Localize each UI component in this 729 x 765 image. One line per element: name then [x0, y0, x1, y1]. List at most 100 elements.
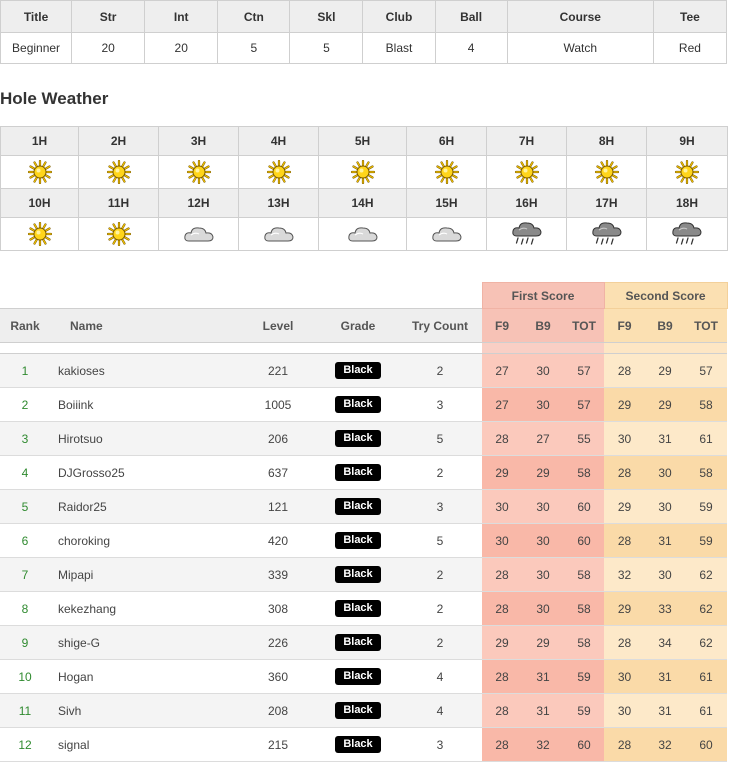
player-name[interactable]: Mipapi [50, 557, 238, 592]
hole-weather-cell [566, 217, 647, 251]
ranking-row[interactable]: 12 signal 215 Black 3 28 32 60 28 32 60 [0, 727, 728, 762]
second-tot: 61 [685, 659, 728, 694]
first-tot: 57 [564, 353, 605, 388]
grade-badge: Black [335, 668, 381, 685]
player-name[interactable]: Hirotsuo [50, 421, 238, 456]
player-name[interactable]: Sivh [50, 693, 238, 728]
sun-icon [567, 160, 646, 184]
stats-header-cell: Int [144, 0, 219, 33]
try-count: 5 [398, 523, 483, 558]
ranking-row[interactable]: 9 shige-G 226 Black 2 29 29 58 28 34 62 [0, 625, 728, 660]
ranking-row[interactable]: 3 Hirotsuo 206 Black 5 28 27 55 30 31 61 [0, 421, 728, 456]
player-name[interactable]: shige-G [50, 625, 238, 660]
ranking-row[interactable]: 1 kakioses 221 Black 2 27 30 57 28 29 57 [0, 353, 728, 388]
gap-cell [0, 342, 483, 354]
second-f9: 28 [604, 353, 646, 388]
rank-column-header[interactable]: Rank [0, 308, 50, 343]
player-name[interactable]: DJGrosso25 [50, 455, 238, 490]
try-count-column-header[interactable]: Try Count [398, 308, 483, 343]
player-name[interactable]: kakioses [50, 353, 238, 388]
second-tot: 59 [685, 489, 728, 524]
hole-label: 5H [318, 126, 407, 156]
first-tot: 58 [564, 557, 605, 592]
player-name[interactable]: choroking [50, 523, 238, 558]
first-f9: 27 [482, 387, 523, 422]
first-f9: 28 [482, 557, 523, 592]
first-tot: 60 [564, 727, 605, 762]
second-f9: 29 [604, 489, 646, 524]
rank-cell: 1 [0, 353, 50, 388]
grade: Black [318, 625, 398, 660]
second-tot-column-header[interactable]: TOT [685, 308, 728, 343]
first-b9: 31 [522, 659, 565, 694]
try-count: 4 [398, 659, 483, 694]
player-name[interactable]: signal [50, 727, 238, 762]
player-level: 1005 [238, 387, 318, 422]
first-f9-column-header[interactable]: F9 [482, 308, 523, 343]
first-tot-column-header[interactable]: TOT [564, 308, 605, 343]
stats-header-cell: Ctn [217, 0, 291, 33]
grade: Black [318, 727, 398, 762]
hole-weather-cell [0, 155, 79, 189]
ranking-row[interactable]: 11 Sivh 208 Black 4 28 31 59 30 31 61 [0, 693, 728, 728]
grade: Black [318, 387, 398, 422]
player-name[interactable]: Boiiink [50, 387, 238, 422]
first-f9: 27 [482, 353, 523, 388]
first-tot: 60 [564, 489, 605, 524]
hole-weather-heading: Hole Weather [0, 89, 109, 108]
sun-icon [79, 160, 158, 184]
second-score-header: Second Score [603, 282, 728, 309]
hole-weather-cell [158, 155, 239, 189]
player-name[interactable]: Hogan [50, 659, 238, 694]
first-tot: 55 [564, 421, 605, 456]
player-level: 208 [238, 693, 318, 728]
name-column-header[interactable]: Name [50, 308, 238, 343]
try-count: 3 [398, 489, 483, 524]
rank-cell: 11 [0, 693, 50, 728]
first-tot: 59 [564, 659, 605, 694]
stats-value-cell: 4 [434, 32, 508, 64]
first-b9-column-header[interactable]: B9 [522, 308, 565, 343]
grade-column-header[interactable]: Grade [318, 308, 398, 343]
ranking-row[interactable]: 10 Hogan 360 Black 4 28 31 59 30 31 61 [0, 659, 728, 694]
rank-cell: 3 [0, 421, 50, 456]
header-gap-row [0, 342, 728, 354]
hole-label: 10H [0, 188, 79, 218]
level-column-header[interactable]: Level [238, 308, 318, 343]
weather-holes-row-back: 10H 11H 12H 13H 14H 15H 16H 17H 18H [0, 188, 728, 218]
hole-label: 15H [406, 188, 487, 218]
sun-icon [159, 160, 238, 184]
player-level: 420 [238, 523, 318, 558]
ranking-row[interactable]: 4 DJGrosso25 637 Black 2 29 29 58 28 30 58 [0, 455, 728, 490]
second-f9: 28 [604, 455, 646, 490]
grade-badge: Black [335, 430, 381, 447]
hole-label: 3H [158, 126, 239, 156]
try-count: 2 [398, 557, 483, 592]
ranking-row[interactable]: 2 Boiiink 1005 Black 3 27 30 57 29 29 58 [0, 387, 728, 422]
player-name[interactable]: kekezhang [50, 591, 238, 626]
try-count: 3 [398, 387, 483, 422]
ranking-row[interactable]: 8 kekezhang 308 Black 2 28 30 58 29 33 62 [0, 591, 728, 626]
ranking-row[interactable]: 7 Mipapi 339 Black 2 28 30 58 32 30 62 [0, 557, 728, 592]
ranking-row[interactable]: 5 Raidor25 121 Black 3 30 30 60 29 30 59 [0, 489, 728, 524]
second-b9: 30 [645, 557, 686, 592]
score-group-spacer [0, 282, 483, 309]
grade-badge: Black [335, 736, 381, 753]
second-b9-column-header[interactable]: B9 [645, 308, 686, 343]
first-b9: 29 [522, 625, 565, 660]
hole-label: 6H [406, 126, 487, 156]
grade-badge: Black [335, 634, 381, 651]
grade-badge: Black [335, 566, 381, 583]
stats-value-cell: Beginner [0, 32, 73, 64]
ranking-row[interactable]: 6 choroking 420 Black 5 30 30 60 28 31 59 [0, 523, 728, 558]
second-f9-column-header[interactable]: F9 [604, 308, 646, 343]
stats-header-cell: Skl [289, 0, 364, 33]
player-name[interactable]: Raidor25 [50, 489, 238, 524]
second-tot: 58 [685, 387, 728, 422]
rank-cell: 12 [0, 727, 50, 762]
cloud-icon [407, 223, 486, 245]
first-f9: 28 [482, 727, 523, 762]
stats-value-cell: Watch [506, 32, 654, 64]
score-group-header-row: First Score Second Score [0, 282, 728, 309]
rank-cell: 10 [0, 659, 50, 694]
